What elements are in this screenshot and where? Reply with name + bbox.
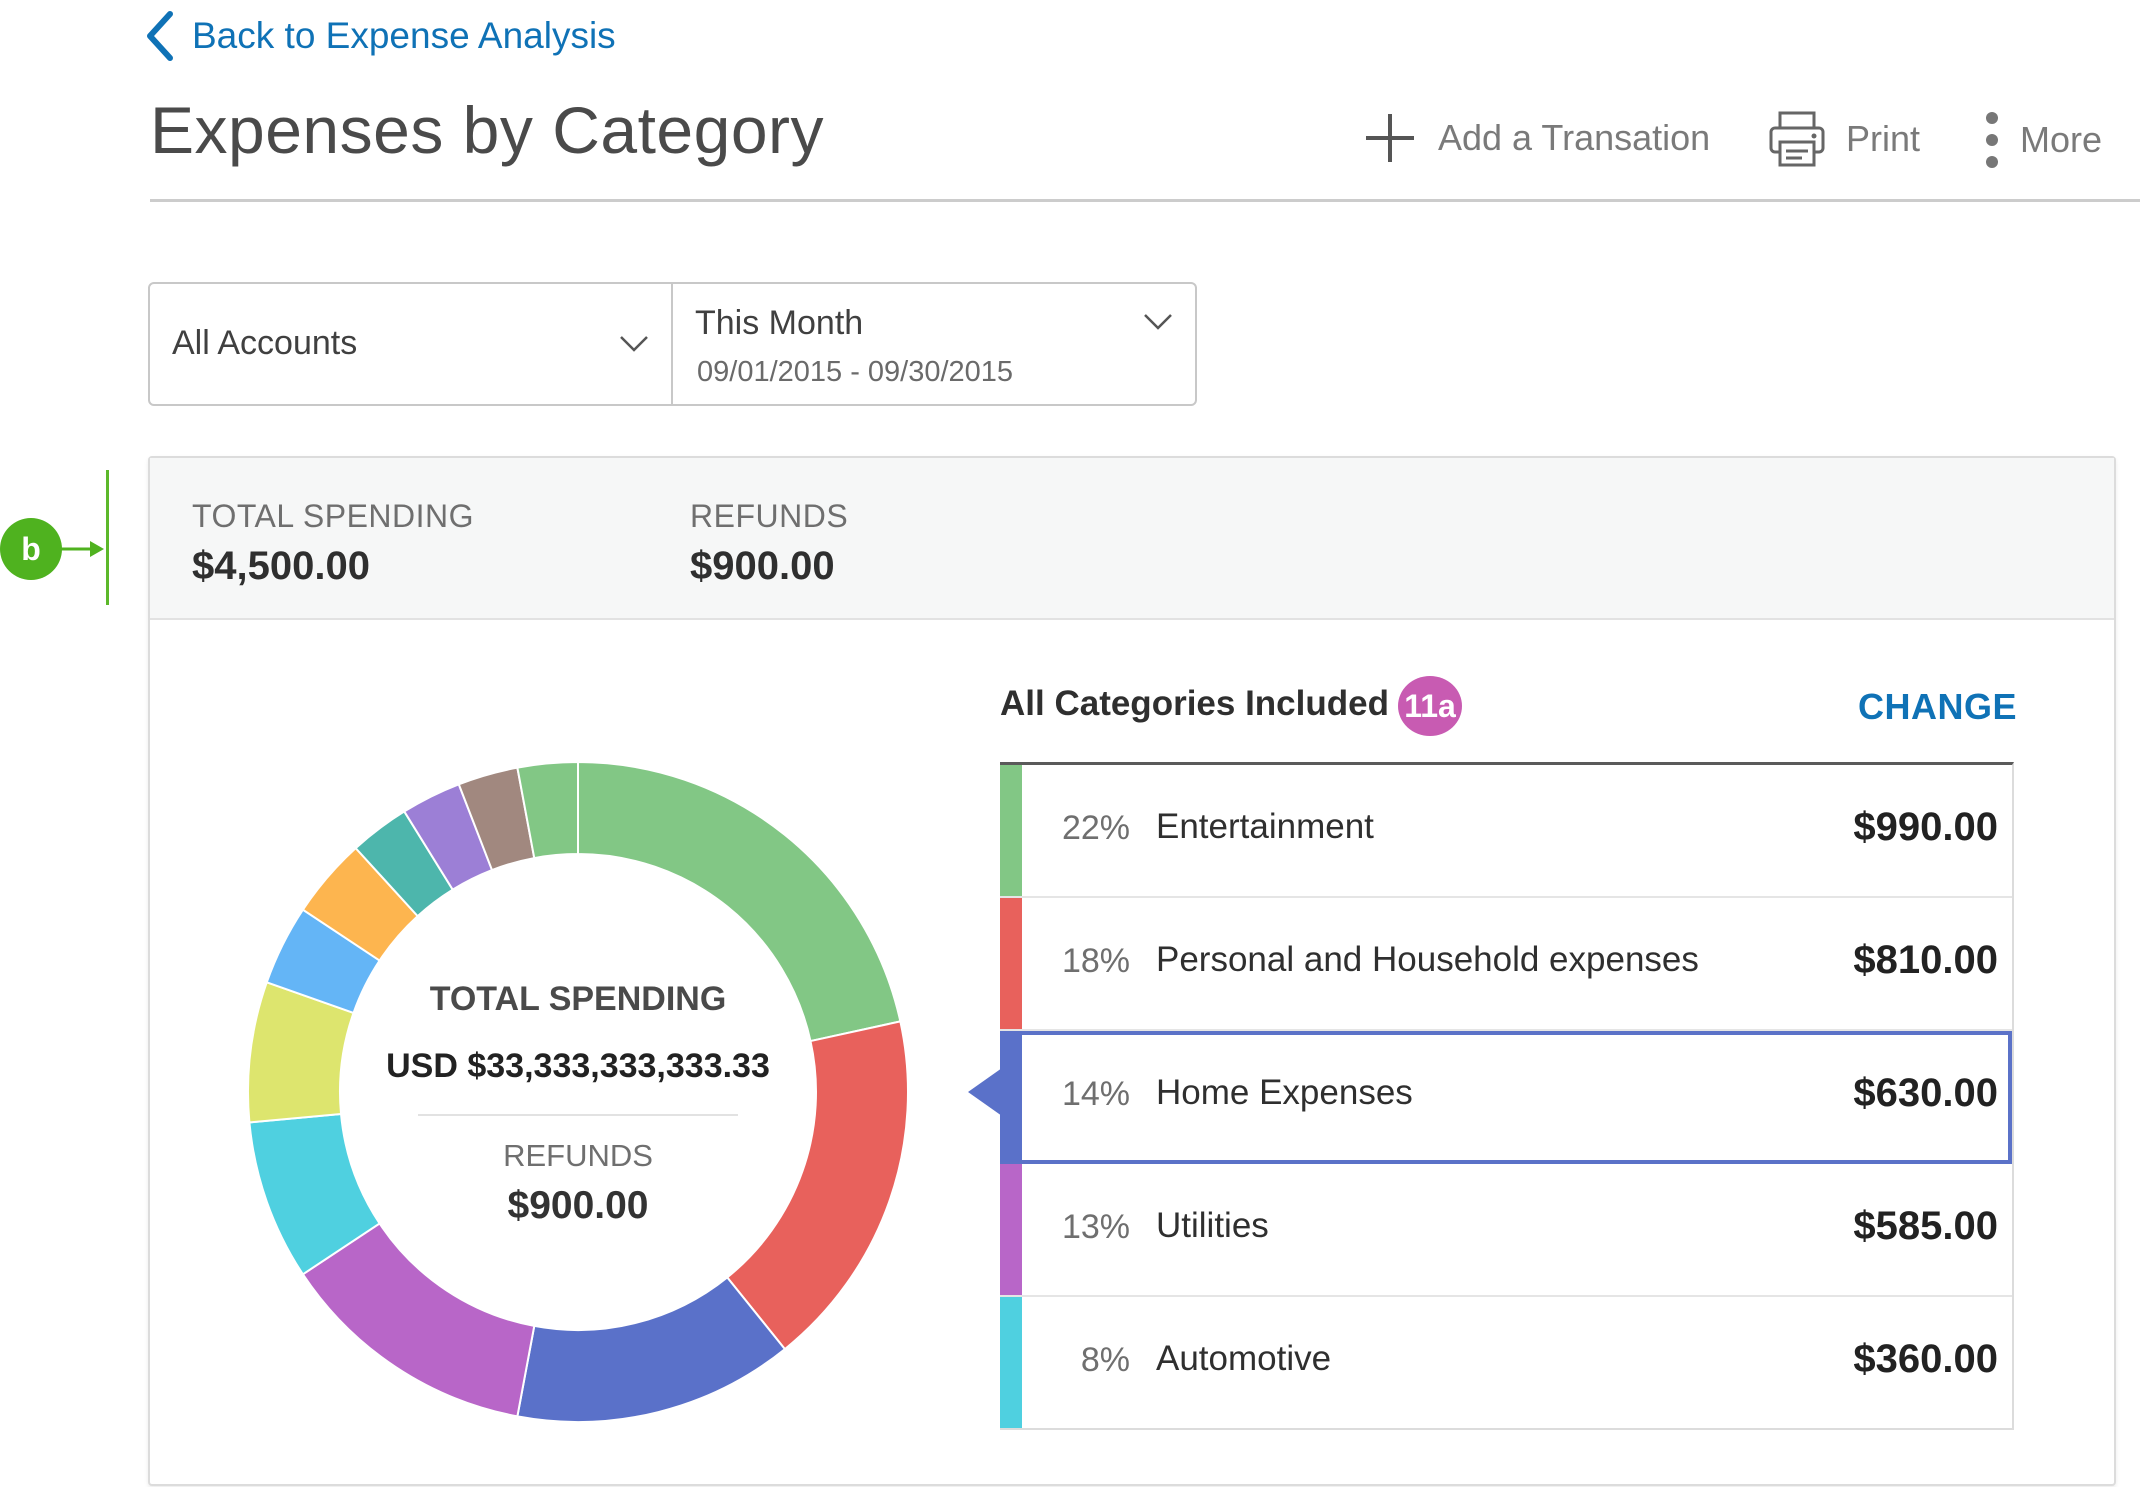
- category-amount: $360.00: [1853, 1337, 1998, 1381]
- donut-center: TOTAL SPENDING USD $33,333,333,333.33 RE…: [298, 980, 858, 1228]
- refunds-label: REFUNDS: [690, 498, 849, 534]
- period-date-range: 09/01/2015 - 09/30/2015: [697, 356, 1014, 388]
- more-vertical-icon: [1986, 112, 1998, 168]
- category-name: Personal and Household expenses: [1156, 940, 1699, 979]
- page-title: Expenses by Category: [150, 93, 825, 167]
- category-percent: 13%: [1061, 1208, 1130, 1246]
- add-transaction-label: Add a Transation: [1438, 117, 1711, 158]
- category-amount: $990.00: [1853, 805, 1998, 849]
- category-amount: $810.00: [1853, 938, 1998, 982]
- category-percent: 8%: [1080, 1341, 1130, 1379]
- change-categories-button[interactable]: CHANGE: [1858, 686, 2017, 728]
- category-row[interactable]: 8% Automotive $360.00: [1000, 1297, 2012, 1428]
- category-row[interactable]: 18% Personal and Household expenses $810.0…: [1000, 898, 2012, 1031]
- category-name: Home Expenses: [1156, 1073, 1413, 1112]
- annotation-marker-b: b: [0, 518, 62, 580]
- more-button[interactable]: More: [1984, 110, 2102, 170]
- donut-refunds-label: REFUNDS: [503, 1138, 653, 1173]
- add-transaction-button[interactable]: Add a Transation: [1362, 110, 1710, 166]
- back-link-label: Back to Expense Analysis: [192, 15, 616, 56]
- category-color-swatch: [1000, 1031, 1022, 1162]
- category-row[interactable]: 14% Home Expenses $630.00: [1000, 1031, 2012, 1164]
- period-dropdown-label: This Month: [695, 304, 864, 342]
- category-color-swatch: [1000, 765, 1022, 896]
- categories-title: All Categories Included: [1000, 684, 1389, 723]
- category-amount: $630.00: [1853, 1071, 1998, 1115]
- category-name: Entertainment: [1156, 807, 1374, 846]
- donut-total-label: TOTAL SPENDING: [429, 980, 727, 1018]
- selection-pointer-icon: [968, 1068, 1002, 1116]
- more-label: More: [2020, 119, 2103, 160]
- print-label: Print: [1846, 118, 1921, 159]
- category-percent: 18%: [1061, 942, 1130, 980]
- category-percent: 22%: [1061, 809, 1130, 847]
- annotation-bracket: [106, 470, 109, 605]
- category-percent: 14%: [1061, 1075, 1130, 1113]
- category-amount: $585.00: [1853, 1204, 1998, 1248]
- total-spending-label: TOTAL SPENDING: [192, 498, 475, 534]
- category-name: Utilities: [1156, 1206, 1269, 1245]
- donut-refunds-value: $900.00: [507, 1184, 649, 1227]
- printer-icon: [1769, 111, 1825, 167]
- donut-slice: [516, 1276, 787, 1422]
- donut-total-value: USD $33,333,333,333.33: [386, 1047, 770, 1085]
- category-row[interactable]: 13% Utilities $585.00: [1000, 1164, 2012, 1297]
- accounts-dropdown-label: All Accounts: [172, 324, 358, 362]
- category-name: Automotive: [1156, 1339, 1332, 1378]
- accounts-dropdown[interactable]: All Accounts: [148, 282, 673, 406]
- refunds-value: $900.00: [690, 544, 835, 588]
- category-row[interactable]: 22% Entertainment $990.00: [1000, 765, 2012, 898]
- category-list: 22% Entertainment $990.00 18% Personal and H…: [1000, 762, 2014, 1430]
- plus-icon: [1366, 114, 1414, 162]
- arrow-right-icon: [60, 541, 104, 557]
- total-spending-value: $4,500.00: [192, 544, 370, 588]
- back-link[interactable]: Back to Expense Analysis: [140, 8, 616, 64]
- annotation-badge-11a: 11a: [1398, 676, 1462, 736]
- chevron-down-icon: [1144, 314, 1172, 330]
- chevron-down-icon: [620, 336, 648, 352]
- category-color-swatch: [1000, 1164, 1022, 1295]
- category-color-swatch: [1000, 1297, 1022, 1428]
- spending-summary: TOTAL SPENDING $4,500.00 REFUNDS $900.00: [150, 458, 2114, 620]
- header-divider: [150, 199, 2140, 202]
- print-button[interactable]: Print: [1768, 110, 1920, 168]
- chevron-left-icon: [147, 11, 173, 61]
- category-color-swatch: [1000, 898, 1022, 1029]
- period-dropdown[interactable]: This Month 09/01/2015 - 09/30/2015: [671, 282, 1197, 406]
- donut-divider: [418, 1114, 738, 1116]
